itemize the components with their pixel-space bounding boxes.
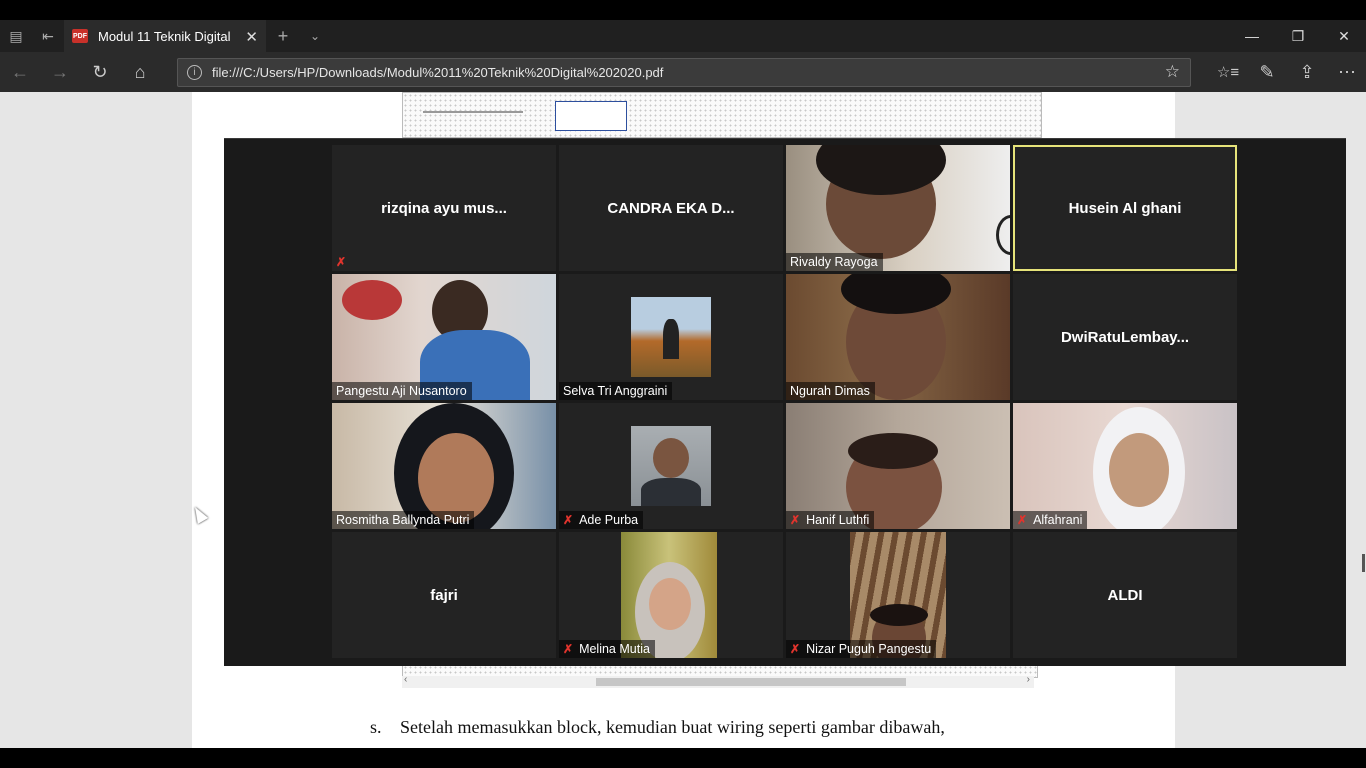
diagram-horizontal-scrollbar[interactable]: ‹ › bbox=[402, 674, 1034, 688]
new-tab-button[interactable]: + bbox=[272, 20, 294, 52]
minimize-button[interactable]: — bbox=[1229, 20, 1275, 52]
participant-name: Hanif Luthfi bbox=[806, 513, 870, 527]
muted-mic-icon: ✗ bbox=[336, 255, 347, 269]
restore-button[interactable]: ❐ bbox=[1275, 20, 1321, 52]
top-black-bar bbox=[0, 0, 1366, 20]
participant-tile[interactable]: ✗ Alfahrani bbox=[1013, 403, 1237, 529]
participant-tile[interactable]: ✗ Hanif Luthfi bbox=[786, 403, 1010, 529]
participant-label: ✗ Ade Purba bbox=[559, 511, 644, 529]
participant-tile[interactable]: ✗ Ade Purba bbox=[559, 403, 783, 529]
participant-label: ✗ Nizar Puguh Pangestu bbox=[786, 640, 937, 658]
participant-name: Selva Tri Anggraini bbox=[559, 382, 673, 400]
video-person bbox=[663, 319, 679, 359]
muted-mic-icon: ✗ bbox=[790, 642, 801, 656]
participant-name: fajri bbox=[430, 586, 458, 604]
address-bar[interactable]: i file:///C:/Users/HP/Downloads/Modul%20… bbox=[177, 58, 1191, 87]
pdf-icon: PDF bbox=[72, 29, 88, 43]
participant-name: Rosmitha Ballynda Putri bbox=[332, 511, 475, 529]
scroll-right-arrow-icon[interactable]: › bbox=[1027, 674, 1030, 685]
circuit-block bbox=[555, 101, 627, 131]
participant-tile[interactable]: rizqina ayu mus... ✗ bbox=[332, 145, 556, 271]
paragraph-letter: s. bbox=[370, 717, 382, 737]
navigation-bar: ← → ↻ ⌂ i file:///C:/Users/HP/Downloads/… bbox=[0, 52, 1366, 92]
set-aside-tabs-icon[interactable]: ⇤ bbox=[32, 20, 64, 52]
participant-label: ✗ Melina Mutia bbox=[559, 640, 655, 658]
home-button[interactable]: ⌂ bbox=[120, 52, 160, 92]
participant-tile[interactable]: fajri bbox=[332, 532, 556, 658]
participant-name: Pangestu Aji Nusantoro bbox=[332, 382, 472, 400]
participant-name: Melina Mutia bbox=[579, 642, 650, 656]
participant-name: Ngurah Dimas bbox=[786, 382, 875, 400]
more-icon[interactable]: ⋯ bbox=[1327, 52, 1366, 92]
video-person bbox=[1109, 433, 1169, 507]
video-flowers bbox=[342, 280, 402, 320]
participant-tile[interactable]: Selva Tri Anggraini bbox=[559, 274, 783, 400]
info-icon[interactable]: i bbox=[187, 65, 202, 80]
participant-name: ALDI bbox=[1107, 586, 1143, 604]
bottom-black-bar bbox=[0, 748, 1366, 768]
tab-title: Modul 11 Teknik Digital bbox=[98, 28, 231, 44]
muted-mic-icon: ✗ bbox=[563, 513, 574, 527]
participant-tile[interactable]: Pangestu Aji Nusantoro bbox=[332, 274, 556, 400]
paragraph-text: Setelah memasukkan block, kemudian buat … bbox=[400, 717, 945, 737]
participant-tile[interactable]: ✗ Nizar Puguh Pangestu bbox=[786, 532, 1010, 658]
scroll-left-arrow-icon[interactable]: ‹ bbox=[404, 674, 407, 685]
vertical-scroll-indicator[interactable] bbox=[1362, 554, 1365, 572]
participant-tile[interactable]: ALDI bbox=[1013, 532, 1237, 658]
participant-tile-active-speaker[interactable]: Husein Al ghani bbox=[1013, 145, 1237, 271]
close-window-button[interactable]: ✕ bbox=[1321, 20, 1366, 52]
participant-name: Rivaldy Rayoga bbox=[786, 253, 883, 271]
video-hair bbox=[848, 433, 938, 469]
video-person bbox=[649, 578, 691, 630]
tab-preview-icon[interactable]: ▤ bbox=[0, 20, 32, 52]
url-text: file:///C:/Users/HP/Downloads/Modul%2011… bbox=[212, 65, 664, 80]
tab-bar: ▤ ⇤ PDF Modul 11 Teknik Digital ✕ + ⌄ — … bbox=[0, 20, 1366, 52]
wire bbox=[423, 111, 523, 113]
forward-button[interactable]: → bbox=[40, 52, 80, 92]
favorite-star-icon[interactable]: ☆ bbox=[1165, 62, 1180, 82]
video-meeting-gallery: rizqina ayu mus... ✗ CANDRA EKA D... Riv… bbox=[224, 138, 1346, 666]
muted-mic-icon: ✗ bbox=[790, 513, 801, 527]
tab-menu-icon[interactable]: ⌄ bbox=[304, 20, 326, 52]
video-glasses bbox=[996, 215, 1010, 255]
document-paragraph: s. Setelah memasukkan block, kemudian bua… bbox=[370, 716, 1060, 738]
participant-name: rizqina ayu mus... bbox=[381, 199, 507, 217]
participant-tile[interactable]: Rosmitha Ballynda Putri bbox=[332, 403, 556, 529]
participant-label: ✗ Alfahrani bbox=[1013, 511, 1088, 529]
participant-label: ✗ Hanif Luthfi bbox=[786, 511, 875, 529]
participant-name: Alfahrani bbox=[1033, 513, 1083, 527]
video-profile-photo bbox=[631, 426, 711, 506]
participant-name: Husein Al ghani bbox=[1068, 199, 1182, 217]
circuit-diagram-top bbox=[402, 92, 1042, 138]
share-icon[interactable]: ⇪ bbox=[1287, 52, 1327, 92]
participant-tile[interactable]: DwiRatuLembay... bbox=[1013, 274, 1237, 400]
notes-pen-icon[interactable]: ✎ bbox=[1247, 52, 1287, 92]
participant-tile[interactable]: Rivaldy Rayoga bbox=[786, 145, 1010, 271]
muted-mic-icon: ✗ bbox=[563, 642, 574, 656]
back-button[interactable]: ← bbox=[0, 52, 40, 92]
video-profile-photo bbox=[631, 297, 711, 377]
video-shirt bbox=[641, 478, 701, 506]
refresh-button[interactable]: ↻ bbox=[80, 52, 120, 92]
tab-pdf[interactable]: PDF Modul 11 Teknik Digital ✕ bbox=[64, 20, 266, 52]
participant-name: Ade Purba bbox=[579, 513, 639, 527]
video-person bbox=[653, 438, 689, 478]
participant-name: Nizar Puguh Pangestu bbox=[806, 642, 932, 656]
participant-tile[interactable]: Ngurah Dimas bbox=[786, 274, 1010, 400]
scrollbar-thumb[interactable] bbox=[596, 678, 906, 686]
participant-tile[interactable]: CANDRA EKA D... bbox=[559, 145, 783, 271]
tab-close-icon[interactable]: ✕ bbox=[245, 28, 258, 46]
video-person bbox=[418, 433, 494, 523]
participant-name: DwiRatuLembay... bbox=[1060, 328, 1190, 346]
participant-tile[interactable]: ✗ Melina Mutia bbox=[559, 532, 783, 658]
muted-mic-icon: ✗ bbox=[1017, 513, 1028, 527]
participant-name: CANDRA EKA D... bbox=[607, 199, 735, 217]
video-hair bbox=[870, 604, 928, 626]
favorites-list-icon[interactable]: ☆≡ bbox=[1208, 52, 1248, 92]
